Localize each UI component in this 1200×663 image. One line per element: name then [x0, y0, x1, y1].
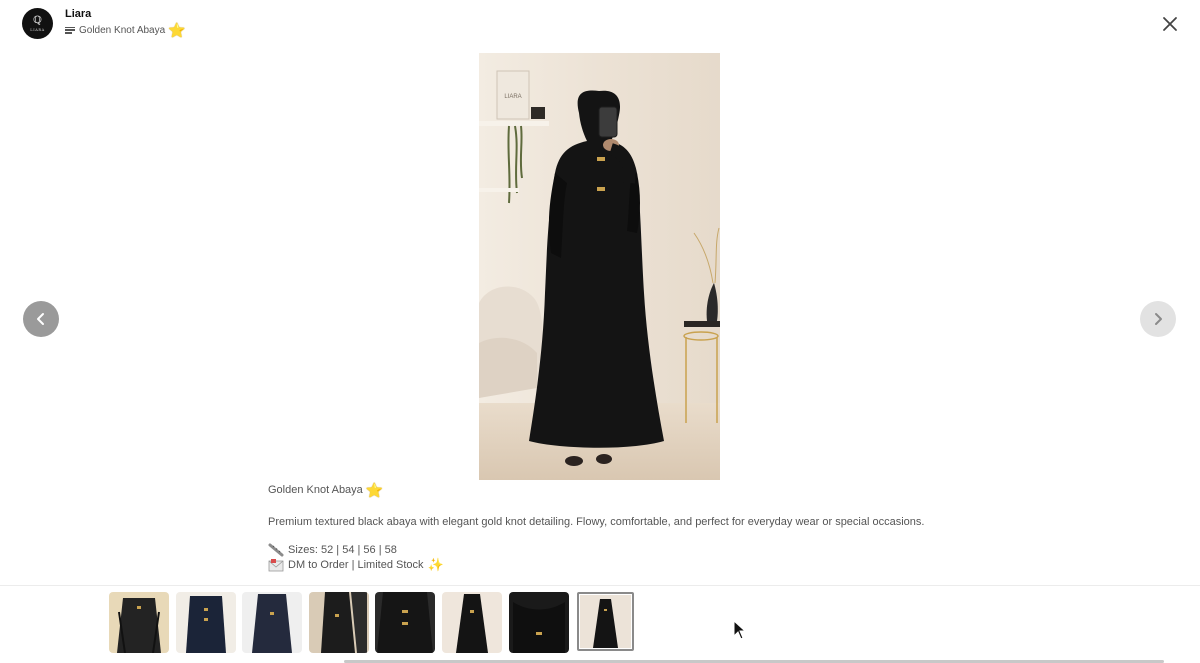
star-emoji-icon: ⭐: [365, 482, 384, 498]
main-product-image: LIARA: [479, 53, 720, 480]
post-subtitle: Golden Knot Abaya ⭐: [65, 22, 186, 38]
close-button[interactable]: [1158, 12, 1182, 36]
thumbnail-2[interactable]: [175, 592, 236, 653]
wall-sign-text: LIARA: [504, 94, 521, 100]
next-button[interactable]: [1140, 301, 1176, 337]
post-subtitle-text: Golden Knot Abaya: [79, 24, 166, 36]
thumbnail-image: [308, 592, 369, 653]
mouse-cursor-icon: [733, 620, 747, 640]
abaya-photo: LIARA: [479, 53, 720, 480]
caption-order: DM to Order | Limited Stock ✨: [268, 557, 968, 572]
caption-sizes-text: Sizes: 52 | 54 | 56 | 58: [288, 543, 397, 556]
brand-name[interactable]: Liara: [65, 8, 91, 20]
caption-description: Premium textured black abaya with elegan…: [268, 516, 925, 528]
thumbnail-1[interactable]: [109, 592, 169, 653]
thumbnail-image: [375, 592, 436, 653]
chevron-left-icon: [37, 313, 44, 325]
brand-avatar[interactable]: ℚ LIARA: [22, 8, 53, 39]
thumbnail-6[interactable]: [441, 592, 502, 653]
brand-logo-text: LIARA: [30, 27, 45, 32]
close-icon: [1163, 17, 1177, 31]
chevron-right-icon: [1155, 313, 1162, 325]
caption-title-text: Golden Knot Abaya: [268, 484, 363, 496]
thumbnail-image: [175, 592, 236, 653]
envelope-icon: [268, 558, 284, 571]
thumbnail-image: [109, 592, 169, 653]
thumbnail-image: [508, 592, 569, 653]
thumbnail-image: [242, 592, 303, 653]
thumbnail-8-active[interactable]: [577, 592, 635, 651]
thumbnail-image: [580, 595, 632, 648]
thumbnail-3[interactable]: [242, 592, 303, 653]
brand-logo-glyph: ℚ: [33, 14, 42, 26]
thumbnail-image: [441, 592, 502, 653]
caption-sizes: Sizes: 52 | 54 | 56 | 58: [268, 542, 968, 557]
ruler-icon: [268, 543, 284, 556]
caption-order-text: DM to Order | Limited Stock: [288, 558, 424, 571]
star-emoji-icon: ⭐: [168, 22, 186, 38]
caption-title: Golden Knot Abaya ⭐: [268, 482, 968, 498]
menu-lines-icon: [65, 26, 75, 34]
previous-button[interactable]: [23, 301, 59, 337]
post-caption: Golden Knot Abaya ⭐ Premium textured bla…: [268, 480, 968, 572]
thumbnail-7[interactable]: [508, 592, 569, 653]
thumbnail-4[interactable]: [308, 592, 369, 653]
thumbnail-divider: [0, 585, 1200, 586]
viewer-header: ℚ LIARA Liara Golden Knot Abaya ⭐: [0, 0, 1200, 50]
thumbnail-5[interactable]: [375, 592, 436, 653]
thumbnail-strip: [109, 592, 635, 653]
sparkle-emoji-icon: ✨: [427, 556, 444, 572]
